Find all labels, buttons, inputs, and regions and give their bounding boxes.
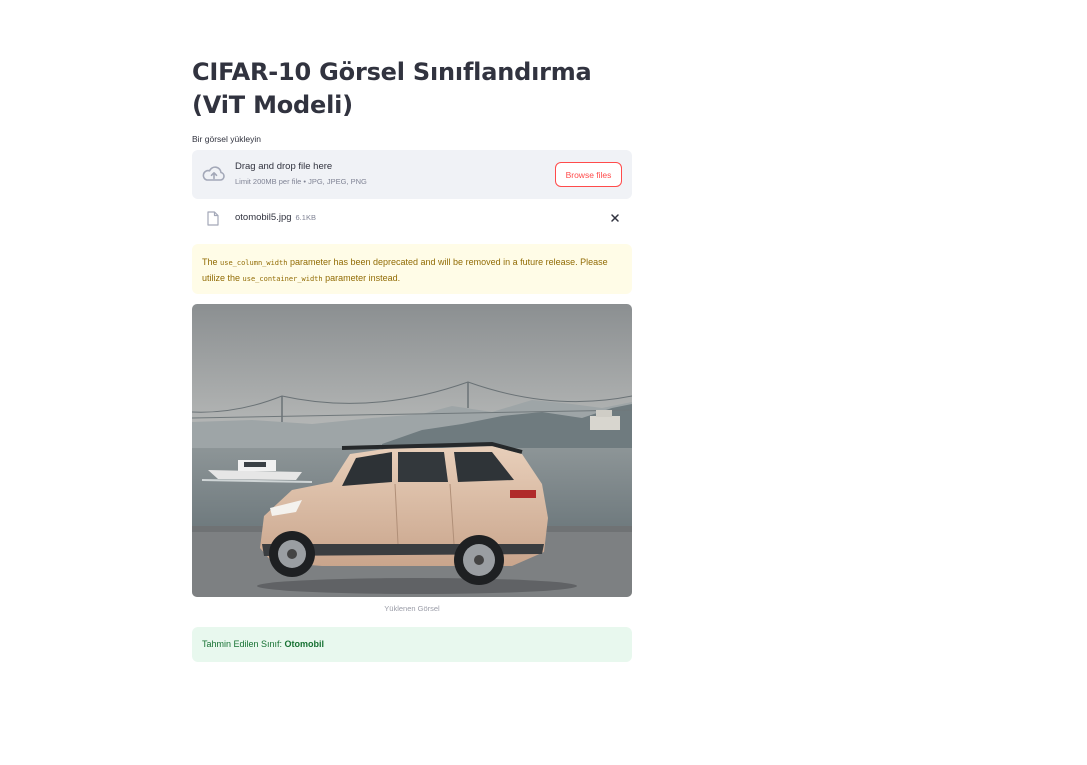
prediction-label: Tahmin Edilen Sınıf: bbox=[202, 639, 285, 649]
warning-text-3: parameter instead. bbox=[322, 273, 401, 283]
file-dropzone[interactable]: Drag and drop file here Limit 200MB per … bbox=[192, 150, 632, 199]
deprecation-warning: The use_column_width parameter has been … bbox=[192, 244, 632, 294]
uploaded-file-name: otomobil5.jpg bbox=[235, 212, 292, 223]
cloud-upload-icon bbox=[202, 166, 225, 181]
uploader-label: Bir görsel yükleyin bbox=[192, 134, 261, 144]
page-title: CIFAR-10 Görsel Sınıflandırma (ViT Model… bbox=[192, 58, 592, 119]
warning-code-2: use_container_width bbox=[242, 275, 323, 283]
prediction-result: Tahmin Edilen Sınıf: Otomobil bbox=[192, 627, 632, 662]
close-icon[interactable] bbox=[609, 212, 621, 224]
uploaded-image bbox=[192, 304, 632, 597]
prediction-value: Otomobil bbox=[284, 639, 325, 649]
uploaded-file-row: otomobil5.jpg 6.1KB bbox=[192, 207, 632, 231]
warning-code-1: use_column_width bbox=[220, 259, 288, 267]
dropzone-instruction: Drag and drop file here bbox=[235, 161, 333, 172]
file-icon bbox=[207, 211, 219, 226]
dropzone-limit: Limit 200MB per file • JPG, JPEG, PNG bbox=[235, 177, 367, 186]
dropzone-text: Drag and drop file here Limit 200MB per … bbox=[235, 161, 367, 186]
browse-files-button[interactable]: Browse files bbox=[555, 162, 622, 187]
warning-text-1: The bbox=[202, 257, 221, 267]
uploaded-file-info: otomobil5.jpg 6.1KB bbox=[235, 212, 316, 223]
uploaded-file-size: 6.1KB bbox=[295, 213, 316, 222]
car-photo bbox=[192, 304, 632, 597]
image-caption: Yüklenen Görsel bbox=[384, 604, 440, 613]
